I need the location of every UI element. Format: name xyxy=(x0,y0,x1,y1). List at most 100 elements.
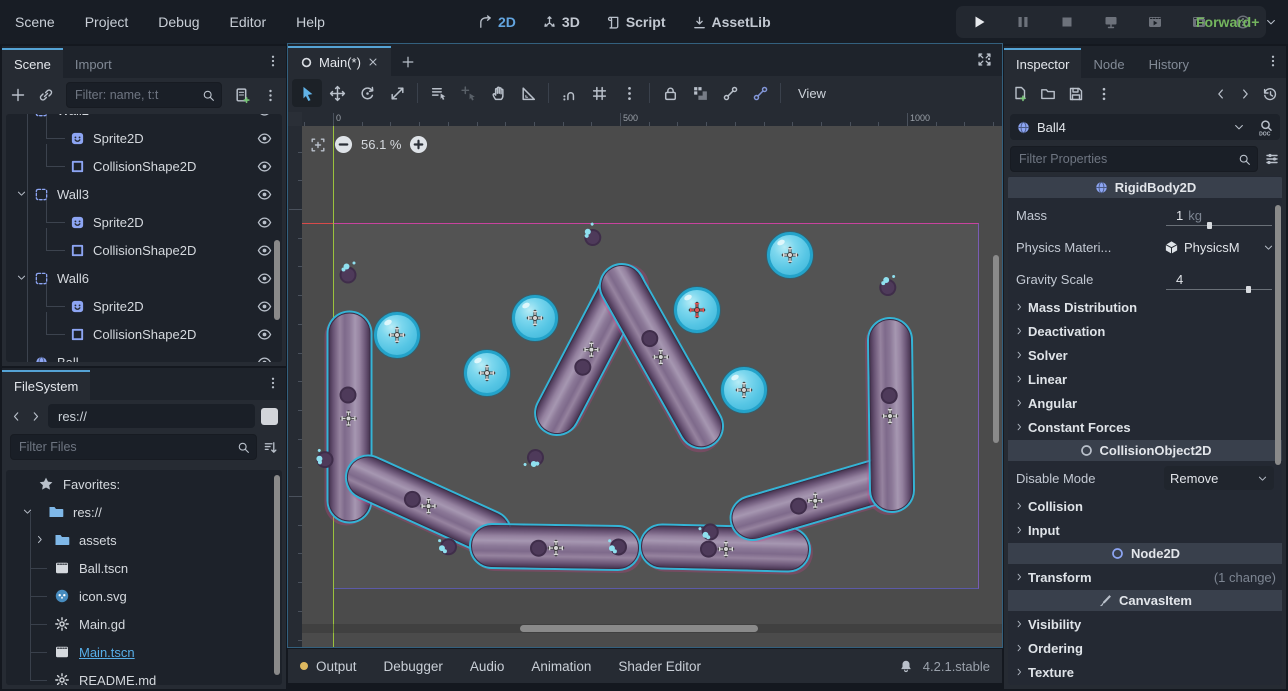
group-solver[interactable]: Solver xyxy=(1008,343,1282,367)
menu-help[interactable]: Help xyxy=(281,14,340,30)
menu-debug[interactable]: Debug xyxy=(143,14,214,30)
slider-grabber[interactable] xyxy=(1246,286,1251,293)
tabstrip-menu[interactable] xyxy=(1266,54,1280,73)
move-gizmo[interactable] xyxy=(735,381,753,399)
plus-circle-icon[interactable] xyxy=(409,135,428,154)
move-gizmo[interactable] xyxy=(717,540,735,558)
tool-pan[interactable] xyxy=(483,79,513,107)
eye-icon[interactable] xyxy=(257,114,272,118)
wall-capsule[interactable] xyxy=(640,525,809,571)
group-transform[interactable]: Transform(1 change) xyxy=(1008,565,1282,589)
back-icon[interactable] xyxy=(10,410,23,423)
group-texture[interactable]: Texture xyxy=(1008,660,1282,684)
filter-files-input[interactable] xyxy=(17,439,237,455)
split-mode-button[interactable] xyxy=(261,408,278,425)
move-gizmo[interactable] xyxy=(807,492,825,510)
move-gizmo[interactable] xyxy=(652,348,670,366)
tree-row-collisionshape2d[interactable]: CollisionShape2D xyxy=(6,236,282,264)
sort-icon[interactable] xyxy=(263,440,278,455)
insp-save[interactable] xyxy=(1068,86,1084,102)
tool-move[interactable] xyxy=(322,79,352,107)
property-value[interactable]: 1kg xyxy=(1164,208,1274,223)
menu-scene[interactable]: Scene xyxy=(0,14,70,30)
move-gizmo[interactable] xyxy=(881,407,899,425)
canvas-vscrollbar[interactable] xyxy=(993,255,999,443)
mode-2d[interactable]: 2D xyxy=(478,14,516,30)
open-docs-icon[interactable]: DOC xyxy=(1257,119,1274,136)
ball[interactable] xyxy=(374,312,420,358)
file-readme-md[interactable]: README.md xyxy=(6,666,282,685)
slider-grabber[interactable] xyxy=(1207,222,1212,229)
tool-scale[interactable] xyxy=(382,79,412,107)
move-gizmo[interactable] xyxy=(420,497,438,515)
chevron-down-icon[interactable] xyxy=(16,114,27,118)
eye-icon[interactable] xyxy=(257,187,272,202)
scene-tree-scrollbar[interactable] xyxy=(274,240,280,320)
move-gizmo[interactable] xyxy=(547,539,565,557)
insp-history[interactable] xyxy=(1262,86,1278,102)
close-icon[interactable] xyxy=(367,56,379,68)
tab-scene[interactable]: Scene xyxy=(2,48,63,78)
script-add-icon[interactable] xyxy=(234,87,251,104)
file-favorites-[interactable]: Favorites: xyxy=(6,470,282,498)
forward-icon[interactable] xyxy=(29,410,42,423)
tool-skeleton-options[interactable] xyxy=(745,79,775,107)
tabstrip-menu[interactable] xyxy=(266,54,280,73)
insp-dots[interactable] xyxy=(1096,86,1112,102)
eye-icon[interactable] xyxy=(257,271,272,286)
tab-inspector[interactable]: Inspector xyxy=(1004,48,1081,78)
group-mass-distribution[interactable]: Mass Distribution xyxy=(1008,295,1282,319)
group-visibility[interactable]: Visibility xyxy=(1008,612,1282,636)
mode-assetlib[interactable]: AssetLib xyxy=(692,14,771,30)
bottom-tab-debugger[interactable]: Debugger xyxy=(384,659,460,674)
tabstrip-menu[interactable] xyxy=(266,376,280,395)
path-input[interactable] xyxy=(56,408,247,425)
move-gizmo[interactable] xyxy=(339,409,357,427)
scene-filter-box[interactable] xyxy=(66,82,222,108)
move-gizmo[interactable] xyxy=(582,341,600,359)
file-assets[interactable]: assets xyxy=(6,526,282,554)
tool-group[interactable] xyxy=(685,79,715,107)
fullscreen-icon[interactable] xyxy=(977,52,992,67)
center-focus-icon[interactable] xyxy=(310,137,326,153)
eye-icon[interactable] xyxy=(257,355,272,363)
chevron-down-icon[interactable] xyxy=(16,187,27,202)
canvas-hscrollbar[interactable] xyxy=(520,625,758,632)
ball[interactable] xyxy=(512,295,558,341)
file-main-tscn[interactable]: Main.tscn xyxy=(6,638,282,666)
filter-properties-box[interactable] xyxy=(1010,146,1258,172)
eye-icon[interactable] xyxy=(257,327,272,342)
tab-filesystem[interactable]: FileSystem xyxy=(2,370,90,400)
view-menu-button[interactable]: View xyxy=(786,79,838,107)
tune-icon[interactable] xyxy=(1264,151,1280,167)
plus-icon[interactable] xyxy=(10,87,26,103)
renderer-select[interactable]: Forward+ xyxy=(1196,0,1277,44)
tool-lock[interactable] xyxy=(655,79,685,107)
selected-move-gizmo[interactable] xyxy=(688,301,706,319)
move-gizmo[interactable] xyxy=(478,364,496,382)
insp-folder-open[interactable] xyxy=(1040,86,1056,102)
insp-new-resource[interactable] xyxy=(1012,86,1028,102)
tool-rotate[interactable] xyxy=(352,79,382,107)
resource-picker[interactable]: PhysicsM xyxy=(1164,240,1274,255)
file-ball-tscn[interactable]: Ball.tscn xyxy=(6,554,282,582)
bottom-tab-audio[interactable]: Audio xyxy=(470,659,522,674)
group-deactivation[interactable]: Deactivation xyxy=(1008,319,1282,343)
history-chevron-left[interactable] xyxy=(1214,87,1228,101)
file-icon-svg[interactable]: icon.svg xyxy=(6,582,282,610)
tab-import[interactable]: Import xyxy=(63,48,124,78)
history-chevron-right[interactable] xyxy=(1238,87,1252,101)
run-pause[interactable] xyxy=(1008,8,1038,36)
tool-snap-grid[interactable] xyxy=(584,79,614,107)
eye-icon[interactable] xyxy=(257,243,272,258)
chevron-down-icon[interactable] xyxy=(16,271,27,286)
scene-filter-input[interactable] xyxy=(73,87,202,103)
ball[interactable] xyxy=(721,367,767,413)
eye-icon[interactable] xyxy=(257,215,272,230)
tool-snap-smart[interactable] xyxy=(554,79,584,107)
group-collision[interactable]: Collision xyxy=(1008,494,1282,518)
group-input[interactable]: Input xyxy=(1008,518,1282,542)
bottom-tab-shader-editor[interactable]: Shader Editor xyxy=(618,659,718,674)
scene-tab-main-[interactable]: Main(*) xyxy=(288,46,391,76)
menu-editor[interactable]: Editor xyxy=(215,14,282,30)
